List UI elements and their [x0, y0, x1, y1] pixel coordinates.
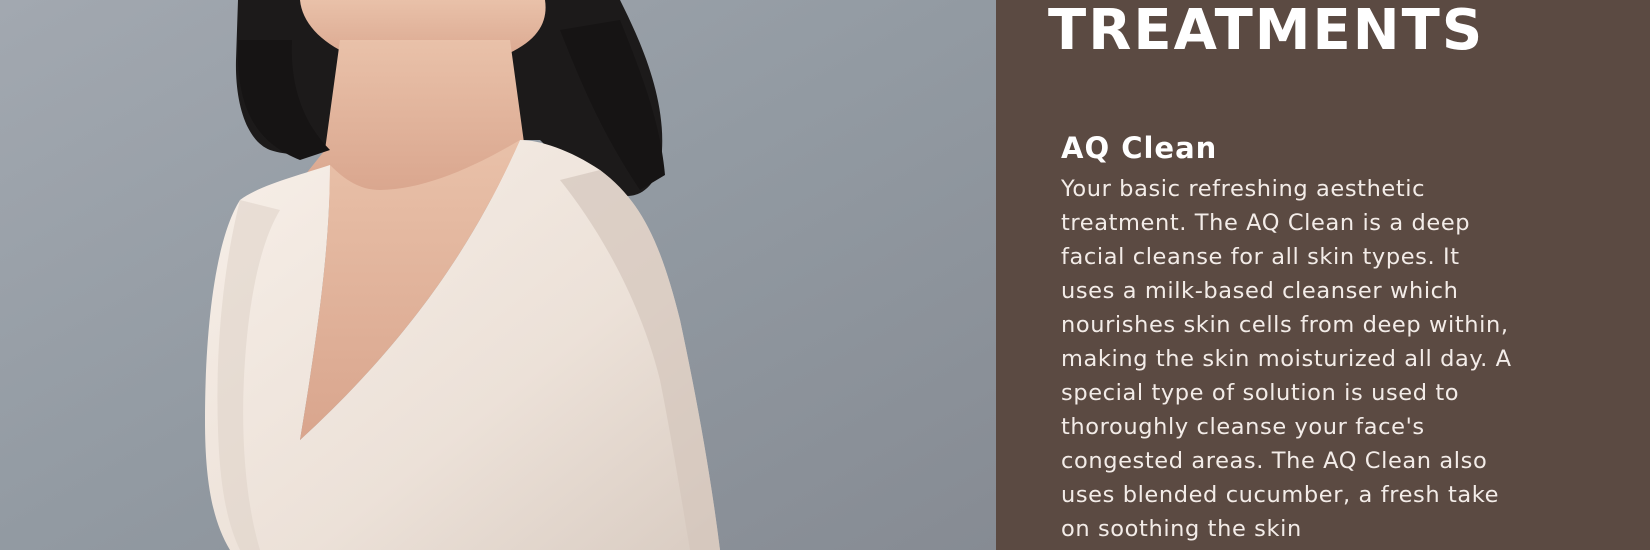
treatment-name: AQ Clean — [1061, 131, 1218, 165]
section-title: TREATMENTS — [1048, 0, 1485, 63]
model-photo — [0, 0, 996, 550]
portrait-photo-illustration — [0, 0, 996, 550]
treatments-panel: TREATMENTS AQ Clean Your basic refreshin… — [996, 0, 1650, 550]
treatment-item: AQ Clean Your basic refreshing aesthetic… — [1061, 128, 1521, 546]
treatment-description: Your basic refreshing aesthetic treatmen… — [1061, 176, 1512, 542]
page: TREATMENTS AQ Clean Your basic refreshin… — [0, 0, 1650, 550]
